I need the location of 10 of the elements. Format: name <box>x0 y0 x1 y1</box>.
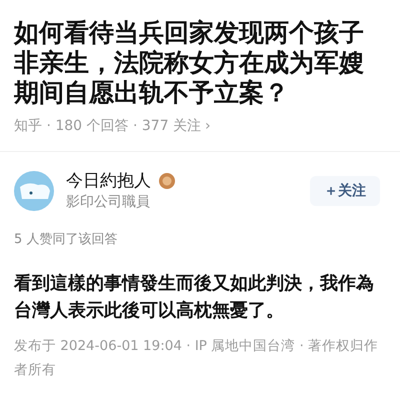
author-name[interactable]: 今日約抱人 <box>66 170 151 192</box>
question-meta: 知乎 · 180 个回答 · 377 关注 <box>14 117 202 136</box>
avatar <box>14 171 54 211</box>
upvote-count: 5 人赞同了该回答 <box>14 231 118 249</box>
follow-button[interactable]: ＋关注 <box>310 176 380 206</box>
question-title: 如何看待当兵回家发现两个孩子非亲生，法院称女方在成为军嫂期间自愿出轨不予立案？ <box>14 18 365 108</box>
author-bio: 影印公司職員 <box>66 193 151 212</box>
answer-text: 看到這樣的事情發生而後又如此判決，我作為台灣人表示此後可以高枕無憂了。 <box>14 272 375 322</box>
answer-footer: 发布于 2024-06-01 19:04 · IP 属地中国台湾 · 著作权归作者所有 <box>14 334 386 382</box>
medal-icon <box>159 173 175 189</box>
